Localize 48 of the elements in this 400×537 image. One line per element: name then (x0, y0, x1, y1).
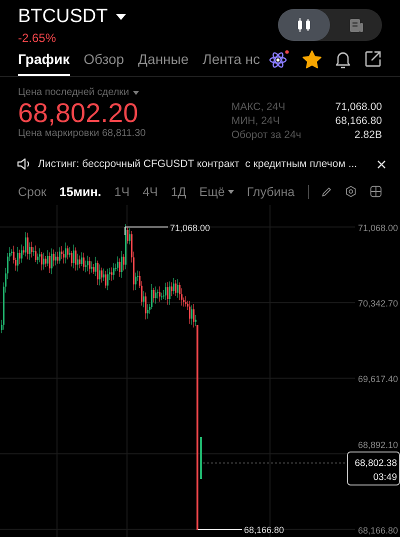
tab[interactable]: График (18, 51, 70, 76)
countdown: 03:49 (373, 472, 397, 483)
last-price-label[interactable]: Цена последней сделки (18, 87, 130, 98)
stat-value: 2.82B (354, 129, 382, 142)
star-icon[interactable] (302, 50, 322, 69)
mark-price: Цена маркировки 68,811.30 (18, 128, 146, 140)
interval-button[interactable]: 15мин. (59, 184, 102, 199)
bell-icon[interactable] (334, 50, 352, 69)
interval-button[interactable]: 4Ч (142, 184, 158, 199)
tab[interactable]: Лента нс (202, 51, 260, 76)
stat-label: МАКС, 24Ч (231, 101, 286, 114)
stat-label: Оборот за 24ч (231, 129, 302, 142)
atom-icon[interactable] (268, 49, 290, 70)
pencil-icon[interactable] (321, 184, 332, 199)
high-marker (124, 226, 168, 236)
settings-icon[interactable] (345, 184, 358, 200)
share-icon[interactable] (364, 50, 382, 68)
axis-label: 68,166.80 (358, 525, 398, 536)
axis-label: 71,068.00 (358, 223, 398, 233)
axis-label: 69,617.40 (358, 374, 398, 384)
caret-icon (228, 190, 234, 194)
document-icon (348, 18, 364, 32)
caret-icon[interactable] (116, 14, 126, 20)
more-button[interactable]: Ещё (199, 184, 234, 199)
low-marker (198, 529, 242, 530)
announcement-text[interactable]: Листинг: бессрочный CFGUSDT контракт с кредитным плечом ... (38, 158, 370, 170)
low-price-label: 68,166.80 (244, 525, 284, 535)
tab[interactable]: Данные (138, 51, 189, 76)
interval-button[interactable]: 1Д (170, 184, 186, 199)
candlestick-icon (296, 17, 312, 33)
high-price-label: 71,068.00 (170, 223, 210, 233)
last-price: 68,802.20 (18, 98, 140, 128)
speaker-icon (17, 158, 31, 170)
stat-value: 71,068.00 (335, 101, 382, 114)
axis-label: 68,892.10 (358, 440, 398, 450)
stat-label: МИН, 24Ч (231, 115, 281, 128)
symbol-title[interactable]: BTCUSDT (18, 6, 108, 28)
current-price: 68,802.38 (354, 458, 397, 469)
close-icon[interactable] (377, 160, 386, 169)
interval-button[interactable]: 1Ч (114, 184, 130, 199)
depth-button[interactable]: Глубина (246, 184, 295, 199)
price-change: -2.65% (18, 31, 58, 45)
stat-value: 68,166.80 (335, 115, 382, 128)
grid-icon[interactable] (370, 184, 382, 200)
interval-caption: Срок (18, 184, 46, 199)
tab[interactable]: Обзор (84, 51, 124, 76)
view-toggle-button[interactable] (278, 9, 330, 41)
axis-label: 70,342.70 (358, 298, 398, 309)
